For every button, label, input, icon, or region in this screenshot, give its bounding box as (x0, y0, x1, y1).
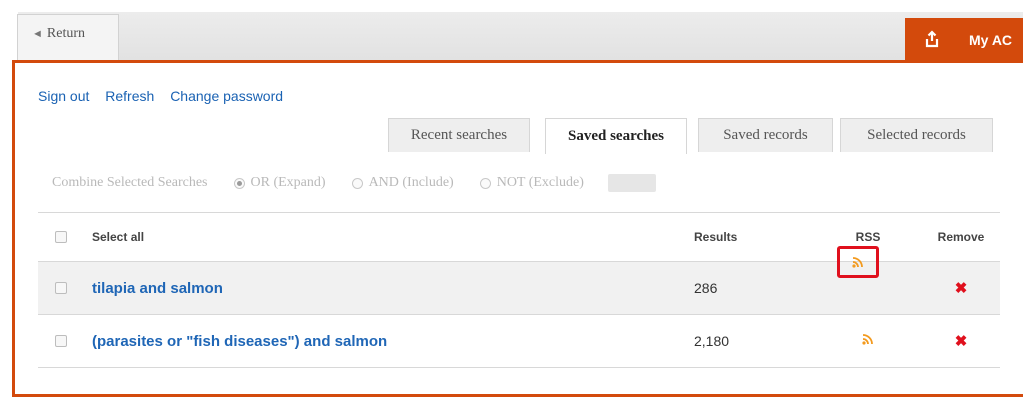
remove-header: Remove (937, 230, 985, 244)
combine-button[interactable] (607, 174, 656, 192)
tab-saved-searches[interactable]: Saved searches (545, 118, 687, 154)
saved-searches-table: Select all Results RSS Remove tilapia an… (38, 212, 1000, 368)
refresh-link[interactable]: Refresh (105, 88, 154, 104)
row-checkbox[interactable] (55, 282, 67, 294)
combine-label: Combine Selected Searches (52, 175, 208, 190)
remove-button[interactable]: ✖ (926, 332, 996, 351)
change-password-link[interactable]: Change password (170, 88, 283, 104)
not-radio[interactable] (479, 177, 491, 189)
results-header: Results (694, 230, 738, 244)
close-icon[interactable]: ✖ (955, 333, 968, 350)
select-all-checkbox[interactable] (55, 231, 67, 243)
row-checkbox[interactable] (55, 335, 67, 347)
and-label: AND (Include) (368, 175, 454, 190)
remove-button[interactable]: ✖ (926, 279, 996, 298)
rss-highlight-box (837, 246, 879, 278)
results-count: 286 (694, 280, 718, 296)
top-bar: ◄ Return My AC (0, 0, 1023, 62)
table-row: (parasites or "fish diseases") and salmo… (38, 314, 1000, 368)
combine-searches-bar: Combine Selected Searches OR (Expand) AN… (52, 172, 656, 194)
return-label: Return (46, 25, 85, 41)
sign-out-link[interactable]: Sign out (38, 88, 89, 104)
rss-cell (848, 332, 888, 350)
my-ac-button[interactable]: My AC (905, 18, 1023, 62)
saved-search-link[interactable]: tilapia and salmon (92, 280, 223, 297)
or-radio[interactable] (233, 177, 245, 189)
close-icon[interactable]: ✖ (955, 280, 968, 297)
select-all-label: Select all (92, 230, 145, 244)
tab-saved-records[interactable]: Saved records (698, 118, 833, 152)
and-radio[interactable] (351, 177, 363, 189)
return-button[interactable]: ◄ Return (17, 14, 119, 60)
rss-header: RSS (855, 230, 881, 244)
export-icon (925, 30, 939, 48)
results-count: 2,180 (694, 333, 730, 349)
left-arrow-icon: ◄ (32, 27, 43, 40)
tab-recent-searches[interactable]: Recent searches (388, 118, 530, 152)
rss-icon[interactable] (862, 333, 874, 345)
table-row: tilapia and salmon 286 ✖ (38, 246, 1000, 314)
not-label: NOT (Exclude) (496, 175, 584, 190)
rss-icon[interactable] (852, 256, 864, 268)
account-links: Sign out Refresh Change password (38, 88, 295, 104)
top-strip (18, 12, 1023, 60)
my-ac-label: My AC (969, 32, 1013, 48)
tab-selected-records[interactable]: Selected records (840, 118, 993, 152)
or-label: OR (Expand) (250, 175, 326, 190)
saved-search-link[interactable]: (parasites or "fish diseases") and salmo… (92, 333, 387, 350)
